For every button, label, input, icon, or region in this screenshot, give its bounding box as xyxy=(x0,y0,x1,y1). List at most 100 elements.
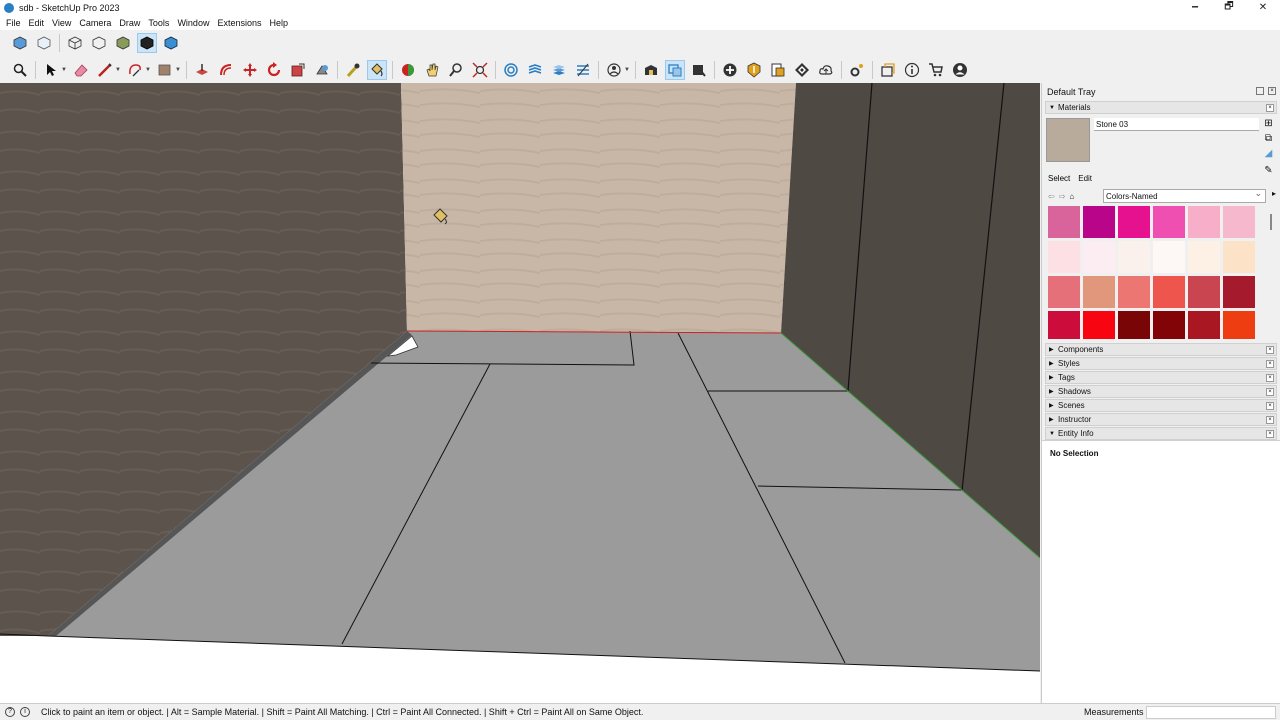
info-icon[interactable] xyxy=(902,60,922,80)
default-material-icon[interactable]: ◢ xyxy=(1263,148,1274,159)
details-icon[interactable]: ▸ xyxy=(1272,189,1276,198)
close-panel-icon[interactable]: × xyxy=(1266,103,1274,112)
panel-tags[interactable]: ▶ Tags × xyxy=(1045,371,1277,384)
instructor-icon[interactable]: i xyxy=(20,707,30,717)
account-icon[interactable] xyxy=(950,60,970,80)
swatch[interactable] xyxy=(1083,311,1115,339)
display-secondary-icon[interactable]: ⧉ xyxy=(1263,133,1274,144)
swatch[interactable] xyxy=(1188,241,1220,273)
swatch[interactable] xyxy=(1153,241,1185,273)
swatch[interactable] xyxy=(1153,276,1185,308)
swatch[interactable] xyxy=(1083,276,1115,308)
cloud-icon[interactable] xyxy=(816,60,836,80)
create-material-icon[interactable]: ⊞ xyxy=(1263,118,1274,129)
swatch[interactable] xyxy=(1188,276,1220,308)
search-icon[interactable] xyxy=(10,60,30,80)
swatch[interactable] xyxy=(1223,311,1255,339)
zoom-extents-icon[interactable] xyxy=(470,60,490,80)
menu-file[interactable]: File xyxy=(2,18,25,28)
home-icon[interactable]: ⌂ xyxy=(1069,192,1074,201)
select-icon[interactable] xyxy=(41,60,61,80)
checker-icon[interactable] xyxy=(792,60,812,80)
eraser-icon[interactable] xyxy=(71,60,91,80)
zoom-icon[interactable] xyxy=(446,60,466,80)
shape-icon[interactable] xyxy=(125,60,145,80)
cart-icon[interactable] xyxy=(926,60,946,80)
menu-tools[interactable]: Tools xyxy=(144,18,173,28)
swatch[interactable] xyxy=(1048,241,1080,273)
pin-icon[interactable] xyxy=(1256,87,1264,95)
settings-icon[interactable] xyxy=(847,60,867,80)
line-icon[interactable] xyxy=(95,60,115,80)
panel-scenes[interactable]: ▶ Scenes × xyxy=(1045,399,1277,412)
panel-materials[interactable]: ▼ Materials × xyxy=(1045,101,1277,114)
tape-measure-icon[interactable] xyxy=(343,60,363,80)
menu-help[interactable]: Help xyxy=(265,18,292,28)
offset-icon[interactable] xyxy=(216,60,236,80)
shaded-texture-icon[interactable] xyxy=(161,33,181,53)
scene-icon[interactable] xyxy=(689,60,709,80)
swatch[interactable] xyxy=(1118,206,1150,238)
back-wall[interactable] xyxy=(401,83,796,333)
menu-edit[interactable]: Edit xyxy=(25,18,49,28)
warehouse-icon[interactable] xyxy=(641,60,661,80)
move-icon[interactable] xyxy=(240,60,260,80)
library-select[interactable]: Colors-Named xyxy=(1103,188,1266,203)
orbit-icon[interactable] xyxy=(398,60,418,80)
close-button[interactable]: ✕ xyxy=(1246,0,1280,15)
shape-dropdown-icon[interactable]: ▼ xyxy=(145,67,151,73)
component-icon[interactable] xyxy=(665,59,685,80)
shaded-icon[interactable] xyxy=(137,33,157,53)
wireframe-icon[interactable] xyxy=(89,33,109,53)
follow-me-icon[interactable] xyxy=(312,60,332,80)
back-icon[interactable]: ⇦ xyxy=(1048,192,1055,201)
rotate-icon[interactable] xyxy=(264,60,284,80)
menu-camera[interactable]: Camera xyxy=(75,18,115,28)
swatch[interactable] xyxy=(1153,206,1185,238)
close-tray-icon[interactable]: × xyxy=(1268,87,1276,95)
generate-report-icon[interactable] xyxy=(768,60,788,80)
outliner-icon[interactable] xyxy=(573,60,593,80)
pan-icon[interactable] xyxy=(422,60,442,80)
forward-icon[interactable]: ⇨ xyxy=(1059,192,1066,201)
account-dropdown-icon[interactable]: ▼ xyxy=(624,67,630,73)
swatch[interactable] xyxy=(1048,206,1080,238)
swatch[interactable] xyxy=(1118,276,1150,308)
material-preview[interactable] xyxy=(1046,118,1090,162)
geo-location-icon[interactable]: ? xyxy=(5,707,15,717)
material-name-field[interactable]: Stone 03 xyxy=(1094,118,1259,131)
swatch[interactable] xyxy=(1048,311,1080,339)
3d-scene[interactable] xyxy=(0,83,1040,703)
swatch[interactable] xyxy=(1223,206,1255,238)
restore-button[interactable]: 🗗 xyxy=(1212,0,1246,15)
hidden-line-icon[interactable] xyxy=(113,33,133,53)
style-builder-icon[interactable] xyxy=(604,60,624,80)
sample-paint-icon[interactable]: ✎ xyxy=(1263,165,1274,176)
swatch[interactable] xyxy=(1188,311,1220,339)
iso-view-icon[interactable] xyxy=(10,33,30,53)
folder-icon[interactable] xyxy=(878,60,898,80)
swatch-scrollbar[interactable] xyxy=(1268,206,1274,339)
rectangle-dropdown-icon[interactable]: ▼ xyxy=(175,67,181,73)
layers-icon[interactable] xyxy=(525,60,545,80)
menu-extensions[interactable]: Extensions xyxy=(213,18,265,28)
tab-select[interactable]: Select xyxy=(1048,174,1070,183)
section-plane-icon[interactable] xyxy=(501,60,521,80)
swatch[interactable] xyxy=(1118,241,1150,273)
panel-shadows[interactable]: ▶ Shadows × xyxy=(1045,385,1277,398)
swatch[interactable] xyxy=(1083,206,1115,238)
rectangle-icon[interactable] xyxy=(155,60,175,80)
model-viewport[interactable] xyxy=(0,83,1040,703)
swatch[interactable] xyxy=(1118,311,1150,339)
swatch[interactable] xyxy=(1223,276,1255,308)
menu-window[interactable]: Window xyxy=(173,18,213,28)
push-pull-icon[interactable] xyxy=(192,60,212,80)
back-edges-icon[interactable] xyxy=(65,33,85,53)
panel-instructor[interactable]: ▶ Instructor × xyxy=(1045,413,1277,426)
panel-entity-info[interactable]: ▼ Entity Info × xyxy=(1045,427,1277,440)
scale-icon[interactable] xyxy=(288,60,308,80)
tab-edit[interactable]: Edit xyxy=(1078,174,1092,183)
minimize-button[interactable]: 🗕 xyxy=(1178,0,1212,15)
paint-bucket-icon[interactable] xyxy=(367,59,387,80)
menu-draw[interactable]: Draw xyxy=(115,18,144,28)
